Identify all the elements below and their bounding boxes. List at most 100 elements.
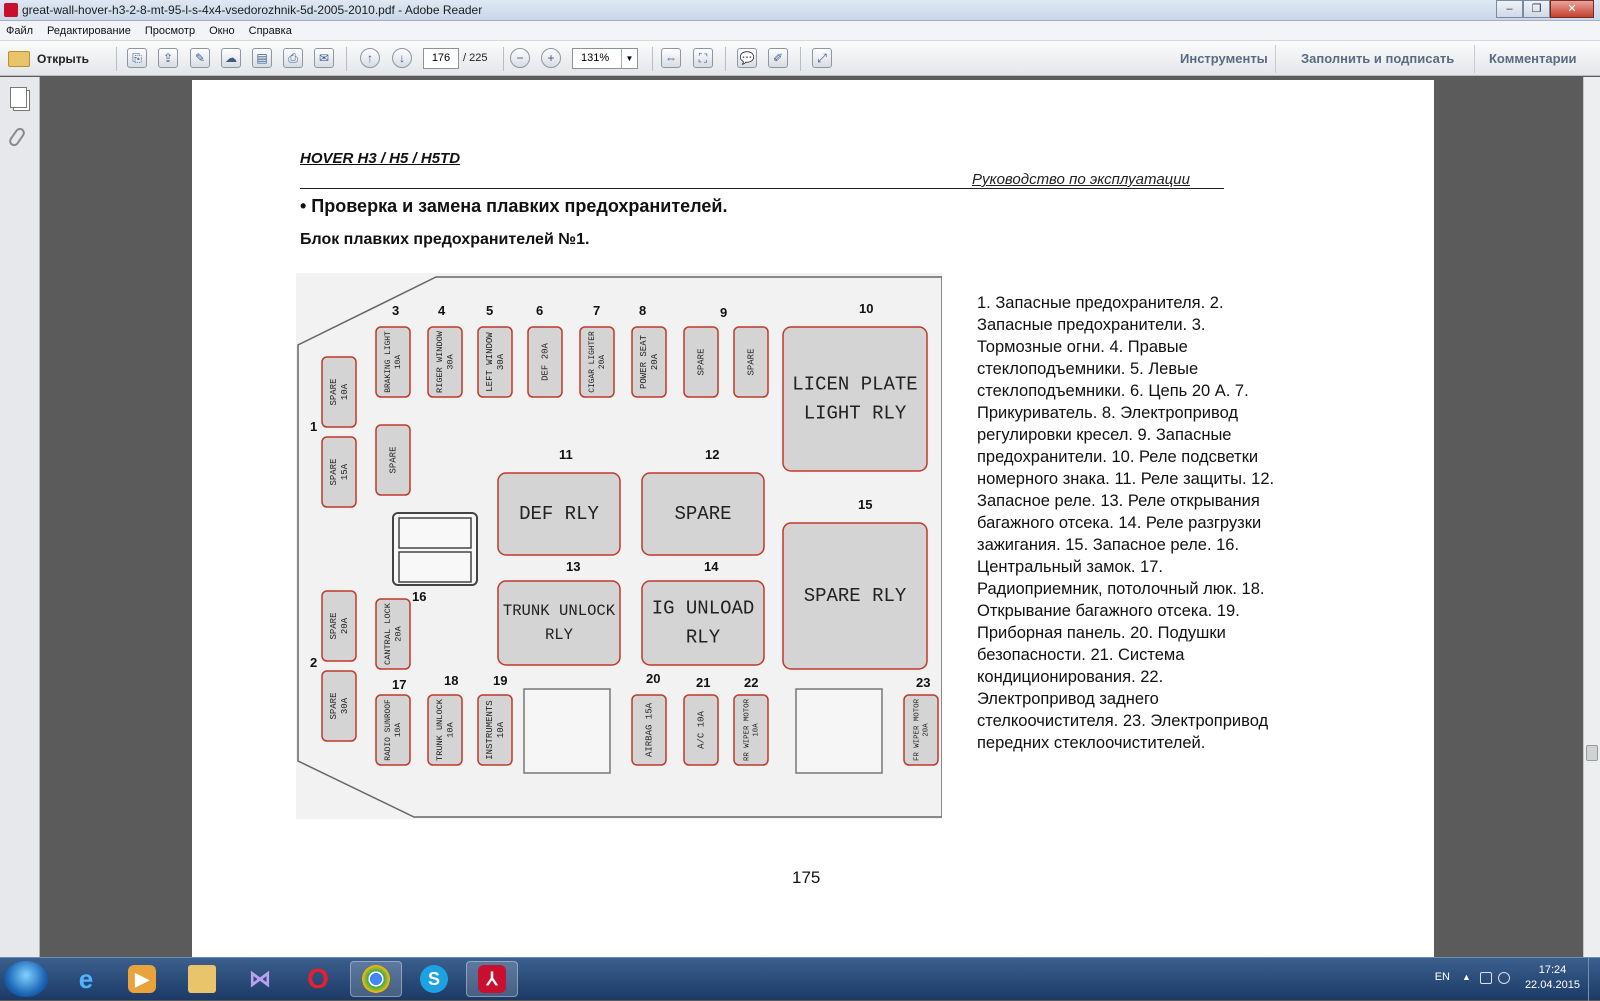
folder-icon bbox=[8, 51, 30, 67]
explorer-taskbar-button[interactable] bbox=[176, 961, 228, 997]
fuse-slot: SPARE 20A bbox=[321, 590, 357, 662]
network-icon[interactable] bbox=[1480, 972, 1492, 984]
relay-slot: TRUNK UNLOCK RLY bbox=[497, 580, 621, 666]
menu-file[interactable]: Файл bbox=[6, 25, 33, 37]
menu-help[interactable]: Справка bbox=[249, 25, 292, 37]
relay-label: RLY bbox=[686, 627, 721, 649]
fuse-number-label: 13 bbox=[566, 559, 580, 574]
fuse-number-label: 14 bbox=[704, 559, 719, 574]
zoom-in-icon[interactable]: + bbox=[541, 48, 561, 68]
menu-edit[interactable]: Редактирование bbox=[47, 25, 131, 37]
open-label: Открыть bbox=[37, 52, 90, 66]
window-controls: – ❐ ✕ bbox=[1496, 0, 1594, 18]
cloud-upload-icon[interactable]: ☁ bbox=[221, 48, 241, 68]
fuse-label: SPARE bbox=[329, 612, 339, 639]
adobe-reader-taskbar-button[interactable]: ⅄ bbox=[466, 961, 518, 997]
comment-icon[interactable]: 💬 bbox=[737, 48, 757, 68]
navigation-pane bbox=[0, 77, 40, 957]
fuse-slot: BRAKING LIGHT 10A bbox=[375, 326, 411, 398]
skype-taskbar-button[interactable]: S bbox=[408, 961, 460, 997]
fuse-label: SPARE bbox=[329, 692, 339, 719]
clock[interactable]: 17:24 22.04.2015 bbox=[1525, 963, 1580, 993]
fuse-label: TRUNK UNLOCK bbox=[435, 698, 445, 761]
open-button[interactable]: Открыть bbox=[8, 48, 89, 70]
fit-page-icon[interactable]: ⛶ bbox=[693, 48, 713, 68]
fuse-label: 15A bbox=[340, 463, 350, 480]
relay-label: TRUNK UNLOCK bbox=[503, 602, 616, 620]
fill-sign-button[interactable]: Заполнить и подписать bbox=[1301, 51, 1454, 66]
toolbar-divider bbox=[116, 47, 117, 71]
block-title: Блок плавких предохранителей №1. bbox=[300, 231, 590, 248]
save-icon[interactable]: ▤ bbox=[252, 48, 272, 68]
relay-label: SPARE RLY bbox=[804, 585, 907, 607]
fuse-label: BRAKING LIGHT bbox=[384, 331, 393, 393]
toolbar-divider bbox=[503, 47, 504, 71]
next-page-icon[interactable]: ↓ bbox=[392, 48, 412, 68]
page-thumbnails-icon[interactable] bbox=[10, 87, 27, 108]
visual-studio-icon: ⋈ bbox=[249, 966, 271, 991]
toolbar-divider bbox=[652, 47, 653, 71]
header-rule bbox=[300, 188, 1224, 189]
attachments-icon[interactable] bbox=[7, 125, 27, 149]
folder-icon bbox=[188, 965, 216, 993]
start-button[interactable] bbox=[4, 961, 48, 997]
chrome-taskbar-button[interactable] bbox=[350, 961, 402, 997]
expand-icon[interactable]: ⤢ bbox=[812, 48, 832, 68]
tools-button[interactable]: Инструменты bbox=[1180, 51, 1268, 66]
zoom-select[interactable]: 131% ▼ bbox=[572, 48, 638, 69]
show-desktop-button[interactable] bbox=[1588, 958, 1600, 1001]
zoom-out-icon[interactable]: − bbox=[510, 48, 530, 68]
fuse-label: RIGER WINDOW bbox=[435, 330, 445, 393]
fuse-label: 20A bbox=[394, 625, 404, 641]
print-icon[interactable]: ⎙ bbox=[283, 48, 303, 68]
internet-explorer-taskbar-button[interactable]: e bbox=[60, 961, 112, 997]
chrome-icon bbox=[362, 965, 390, 993]
relay-label: RLY bbox=[545, 626, 574, 644]
adobe-reader-icon bbox=[4, 3, 18, 17]
relay-slot: SPARE RLY bbox=[782, 522, 928, 670]
email-icon[interactable]: ✉ bbox=[314, 48, 334, 68]
visual-studio-taskbar-button[interactable]: ⋈ bbox=[234, 961, 286, 997]
empty-slot bbox=[795, 688, 883, 774]
export-pdf-icon[interactable]: ⇪ bbox=[158, 48, 178, 68]
fuse-label: DEF 20A bbox=[540, 343, 550, 381]
tray-arrow-icon[interactable]: ▲ bbox=[1462, 972, 1474, 984]
maximize-button[interactable]: ❐ bbox=[1523, 0, 1550, 18]
page-total: / 225 bbox=[463, 52, 488, 64]
scrollbar-thumb[interactable] bbox=[1586, 745, 1598, 761]
vertical-scrollbar[interactable] bbox=[1583, 77, 1600, 957]
minimize-button[interactable]: – bbox=[1496, 0, 1523, 18]
fuse-number-label: 5 bbox=[486, 303, 493, 318]
create-pdf-icon[interactable]: ⎘ bbox=[127, 48, 147, 68]
fuse-number-label: 9 bbox=[720, 305, 727, 320]
section-title: • Проверка и замена плавких предохраните… bbox=[300, 196, 728, 216]
fuse-number-label: 18 bbox=[444, 673, 458, 688]
previous-page-icon[interactable]: ↑ bbox=[360, 48, 380, 68]
fuse-label: 10A bbox=[753, 723, 761, 737]
fuse-label: RR WIPER MOTOR bbox=[743, 698, 751, 761]
connector-slot bbox=[398, 551, 472, 583]
page-number-input[interactable]: 176 bbox=[423, 48, 459, 69]
fuse-label: 30A bbox=[446, 353, 456, 369]
media-player-taskbar-button[interactable]: ▶ bbox=[116, 961, 168, 997]
comments-button[interactable]: Комментарии bbox=[1489, 51, 1577, 66]
volume-icon[interactable] bbox=[1498, 972, 1510, 984]
clock-time: 17:24 bbox=[1538, 964, 1567, 976]
menu-view[interactable]: Просмотр bbox=[145, 25, 195, 37]
fuse-number-label: 22 bbox=[744, 675, 758, 690]
close-button[interactable]: ✕ bbox=[1550, 0, 1594, 18]
highlight-icon[interactable]: ✐ bbox=[768, 48, 788, 68]
page-header-manual: Руководство по эксплуатации bbox=[972, 171, 1190, 188]
language-indicator[interactable]: EN bbox=[1435, 971, 1450, 983]
edit-icon[interactable]: ✎ bbox=[190, 48, 210, 68]
chevron-down-icon[interactable]: ▼ bbox=[621, 49, 637, 68]
opera-taskbar-button[interactable]: O bbox=[292, 961, 344, 997]
fuse-slot: SPARE 30A bbox=[321, 670, 357, 742]
relay-label: IG UNLOAD bbox=[652, 597, 755, 619]
relay-slot: SPARE bbox=[641, 472, 765, 556]
menu-window[interactable]: Окно bbox=[209, 25, 235, 37]
fit-width-icon[interactable]: ⇔ bbox=[661, 48, 681, 68]
fuse-number-label: 21 bbox=[696, 675, 710, 690]
fuse-label: SPARE bbox=[746, 348, 756, 375]
fuse-number-label: 17 bbox=[392, 677, 406, 692]
